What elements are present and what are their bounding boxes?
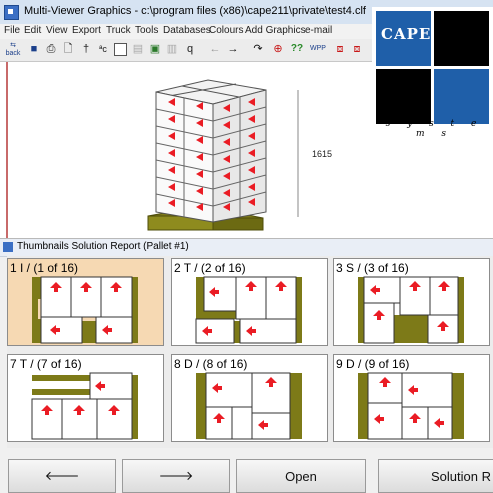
pdf-2-icon[interactable]: ⧈ <box>350 42 364 56</box>
logo-quadrant-black-bottom <box>376 69 431 124</box>
save-icon[interactable]: ■ <box>27 42 41 56</box>
thumbnail-8[interactable]: 8 D / (8 of 16) <box>171 354 328 442</box>
arrow-left-icon: 🡐 <box>44 468 80 483</box>
menu-view[interactable]: View <box>46 25 68 36</box>
text-tool-icon[interactable]: † <box>79 42 93 56</box>
pallet-layer-diagram <box>31 372 138 440</box>
pallet-layer-diagram <box>196 372 302 440</box>
pallet-layer-diagram <box>32 276 138 344</box>
arrow-right-icon[interactable]: → <box>226 42 240 56</box>
back-icon[interactable]: ⇆ back <box>3 42 23 57</box>
menu-truck[interactable]: Truck <box>106 25 131 36</box>
arrow-left-icon[interactable]: ← <box>208 42 222 56</box>
logo-quadrant-black-top <box>434 11 489 66</box>
menu-databases[interactable]: Databases <box>163 25 211 36</box>
thumbnail-7[interactable]: 7 T / (7 of 16) <box>7 354 164 442</box>
menu-add-graphics[interactable]: Add Graphics <box>245 25 306 36</box>
pallet-layer-diagram <box>195 276 302 344</box>
solution-button-label: Solution R <box>431 468 491 484</box>
frame-icon[interactable] <box>114 43 127 56</box>
image-icon[interactable]: ▣ <box>148 42 162 56</box>
app-icon <box>4 5 19 20</box>
previous-button[interactable]: 🡐 <box>8 459 116 493</box>
window-title: Multi-Viewer Graphics - c:\program files… <box>24 5 366 17</box>
rotate-icon[interactable]: ↷ <box>251 42 265 56</box>
pallet-layer-diagram <box>358 276 464 344</box>
thumbnails-report-window: Thumbnails Solution Report (Pallet #1) 1… <box>0 238 493 493</box>
thumbnail-1[interactable]: 1 I / (1 of 16) <box>7 258 164 346</box>
panel-titlebar[interactable]: Thumbnails Solution Report (Pallet #1) <box>0 239 493 257</box>
next-button[interactable]: 🡒 <box>122 459 230 493</box>
menu-file[interactable]: File <box>4 25 20 36</box>
wpp-icon[interactable]: WPP <box>309 42 327 56</box>
button-bar: 🡐 🡒 Open Solution R <box>0 448 493 493</box>
disabled-icon-2: ▥ <box>166 43 178 55</box>
pdf-icon[interactable]: ⧈ <box>333 42 347 56</box>
logo-quadrant-blue-bottom <box>434 69 489 124</box>
menu-email[interactable]: e-mail <box>305 25 332 36</box>
pallet-layer-diagram <box>358 372 464 440</box>
text-abc-icon[interactable]: ªc <box>96 42 110 56</box>
toolbar: ⇆ back ■ ⎙ 🗋 † ªc ▤ ▣ ▥ q ← → ↷ ⊕ ?? WPP … <box>0 39 380 62</box>
help-icon[interactable]: ?? <box>288 42 306 56</box>
open-button-label: Open <box>285 468 317 484</box>
disabled-icon: ▤ <box>132 43 144 55</box>
print-preview-icon[interactable]: 🗋 <box>61 42 75 56</box>
panel-title: Thumbnails Solution Report (Pallet #1) <box>17 241 189 252</box>
thumbnail-2[interactable]: 2 T / (2 of 16) <box>171 258 328 346</box>
menu-tools[interactable]: Tools <box>135 25 158 36</box>
thumbnail-3[interactable]: 3 S / (3 of 16) <box>333 258 490 346</box>
cape-systems-logo: CAPE s y s t e m s <box>372 7 493 139</box>
thumbnail-grid: 1 I / (1 of 16) 2 T / (2 of 16) 3 S / (3… <box>7 256 493 448</box>
arrow-right-icon: 🡒 <box>158 468 194 483</box>
panel-app-icon <box>3 242 13 252</box>
menu-colours[interactable]: Colours <box>209 25 243 36</box>
menu-edit[interactable]: Edit <box>24 25 41 36</box>
print-icon[interactable]: ⎙ <box>44 42 58 56</box>
open-button[interactable]: Open <box>236 459 366 493</box>
logo-tagline: s y s t e m s <box>385 119 484 139</box>
logo-brand-text: CAPE <box>381 25 432 43</box>
thumbnail-9[interactable]: 9 D / (9 of 16) <box>333 354 490 442</box>
menu-export[interactable]: Export <box>72 25 101 36</box>
crosshair-icon[interactable]: ⊕ <box>271 42 285 56</box>
zoom-icon[interactable]: q <box>183 42 197 56</box>
solution-report-button[interactable]: Solution R <box>378 459 493 493</box>
height-dimension-label: 1615 <box>312 149 333 159</box>
